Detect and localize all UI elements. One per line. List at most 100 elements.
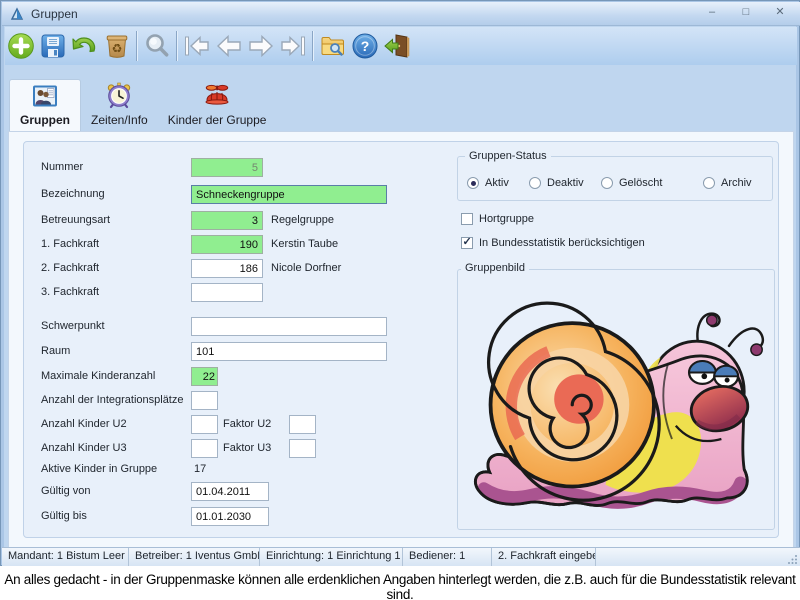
statusbar: Mandant: 1 Bistum Leer Betreiber: 1 Iven… <box>2 547 800 566</box>
fachkraft1-field[interactable] <box>191 235 263 254</box>
bundesstatistik-checkbox[interactable]: In Bundesstatistik berücksichtigen <box>461 237 645 249</box>
fachkraft2-field[interactable] <box>191 259 263 278</box>
titlebar: Gruppen – □ ✕ <box>2 2 800 26</box>
minimize-button[interactable]: – <box>700 5 724 21</box>
hortgruppe-label: Hortgruppe <box>479 213 534 225</box>
save-icon <box>39 32 67 60</box>
nummer-field[interactable] <box>191 158 263 177</box>
statusbar-bediener: Bediener: 1 <box>403 548 492 566</box>
radio-dot <box>703 177 715 189</box>
propeller-cap-icon <box>203 81 231 109</box>
fachkraft3-field[interactable] <box>191 283 263 302</box>
statusbar-empty <box>596 548 800 566</box>
radio-dot <box>529 177 541 189</box>
radio-deaktiv-label: Deaktiv <box>547 177 584 189</box>
gueltig-von-field[interactable] <box>191 482 269 501</box>
bundesstatistik-label: In Bundesstatistik berücksichtigen <box>479 237 645 249</box>
max-kinder-label: Maximale Kinderanzahl <box>41 370 155 382</box>
fachkraft1-label: 1. Fachkraft <box>41 238 99 250</box>
tab-gruppen-label: Gruppen <box>20 113 70 127</box>
kinder-u3-field[interactable] <box>191 439 218 458</box>
radio-dot <box>467 177 479 189</box>
schwerpunkt-label: Schwerpunkt <box>41 320 105 332</box>
radio-aktiv[interactable]: Aktiv <box>467 177 509 189</box>
previous-record-button[interactable] <box>213 29 245 63</box>
radio-archiv[interactable]: Archiv <box>703 177 752 189</box>
statusbar-message: 2. Fachkraft eingeben <box>492 548 596 566</box>
gueltig-von-label: Gültig von <box>41 485 91 497</box>
toolbar: ♻ <box>5 27 797 65</box>
next-record-icon <box>247 32 275 60</box>
undo-icon <box>71 32 99 60</box>
folder-search-button[interactable] <box>317 29 349 63</box>
statusbar-einrichtung: Einrichtung: 1 Einrichtung 1 <box>260 548 403 566</box>
tab-gruppen[interactable]: Gruppen <box>9 79 81 131</box>
faktor-u3-field[interactable] <box>289 439 316 458</box>
radio-archiv-label: Archiv <box>721 177 752 189</box>
first-record-button[interactable] <box>181 29 213 63</box>
delete-button[interactable]: ♻ <box>101 29 133 63</box>
nummer-label: Nummer <box>41 161 83 173</box>
svg-text:♻: ♻ <box>112 42 123 56</box>
faktor-u2-field[interactable] <box>289 415 316 434</box>
last-record-button[interactable] <box>277 29 309 63</box>
caption-text: An alles gedacht - in der Gruppenmaske k… <box>0 566 800 600</box>
exit-button[interactable] <box>381 29 413 63</box>
integrationsplaetze-label: Anzahl der Integrationsplätze <box>41 394 183 406</box>
raum-field[interactable] <box>191 342 387 361</box>
integrationsplaetze-field[interactable] <box>191 391 218 410</box>
tab-zeiten-info-label: Zeiten/Info <box>91 113 148 127</box>
add-button[interactable] <box>5 29 37 63</box>
search-icon <box>143 32 171 60</box>
fachkraft1-name: Kerstin Taube <box>271 238 338 250</box>
svg-text:?: ? <box>361 38 370 54</box>
betreuungsart-text: Regelgruppe <box>271 214 334 226</box>
bezeichnung-field[interactable] <box>191 185 387 204</box>
app-window: Gruppen – □ ✕ <box>0 0 800 566</box>
toolbar-separator <box>136 31 138 61</box>
resize-grip[interactable] <box>788 554 798 564</box>
bezeichnung-label: Bezeichnung <box>41 188 105 200</box>
raum-label: Raum <box>41 345 70 357</box>
help-button[interactable]: ? <box>349 29 381 63</box>
gueltig-bis-field[interactable] <box>191 507 269 526</box>
faktor-u3-label: Faktor U3 <box>223 442 271 454</box>
kinder-u3-label: Anzahl Kinder U3 <box>41 442 127 454</box>
kinder-u2-field[interactable] <box>191 415 218 434</box>
radio-geloescht[interactable]: Gelöscht <box>601 177 662 189</box>
toolbar-separator <box>312 31 314 61</box>
group-photo-icon <box>31 82 59 110</box>
cartoon-snail-image <box>463 285 767 517</box>
help-icon: ? <box>351 32 379 60</box>
maximize-button[interactable]: □ <box>734 5 758 21</box>
first-record-icon <box>183 32 211 60</box>
search-button[interactable] <box>141 29 173 63</box>
hortgruppe-checkbox[interactable]: Hortgruppe <box>461 213 534 225</box>
next-record-button[interactable] <box>245 29 277 63</box>
aktive-kinder-value: 17 <box>194 463 206 475</box>
screen: Gruppen – □ ✕ <box>0 0 800 600</box>
app-logo-icon <box>10 7 24 21</box>
checkbox-box <box>461 213 473 225</box>
fachkraft2-label: 2. Fachkraft <box>41 262 99 274</box>
betreuungsart-field[interactable] <box>191 211 263 230</box>
previous-record-icon <box>215 32 243 60</box>
max-kinder-field[interactable] <box>191 367 218 386</box>
radio-deaktiv[interactable]: Deaktiv <box>529 177 584 189</box>
tab-kinder-der-gruppe-label: Kinder der Gruppe <box>168 113 267 127</box>
radio-aktiv-label: Aktiv <box>485 177 509 189</box>
folder-search-icon <box>319 32 347 60</box>
exit-door-icon <box>383 32 411 60</box>
undo-button[interactable] <box>69 29 101 63</box>
toolbar-separator <box>176 31 178 61</box>
statusbar-betreiber: Betreiber: 1 Iventus GmbH <box>129 548 260 566</box>
save-button[interactable] <box>37 29 69 63</box>
gruppen-status-title: Gruppen-Status <box>465 150 551 162</box>
fachkraft3-label: 3. Fachkraft <box>41 286 99 298</box>
aktive-kinder-label: Aktive Kinder in Gruppe <box>41 463 157 475</box>
tab-zeiten-info[interactable]: Zeiten/Info <box>81 79 158 131</box>
tab-kinder-der-gruppe[interactable]: Kinder der Gruppe <box>158 79 277 131</box>
schwerpunkt-field[interactable] <box>191 317 387 336</box>
close-button[interactable]: ✕ <box>768 5 792 21</box>
add-icon <box>7 32 35 60</box>
